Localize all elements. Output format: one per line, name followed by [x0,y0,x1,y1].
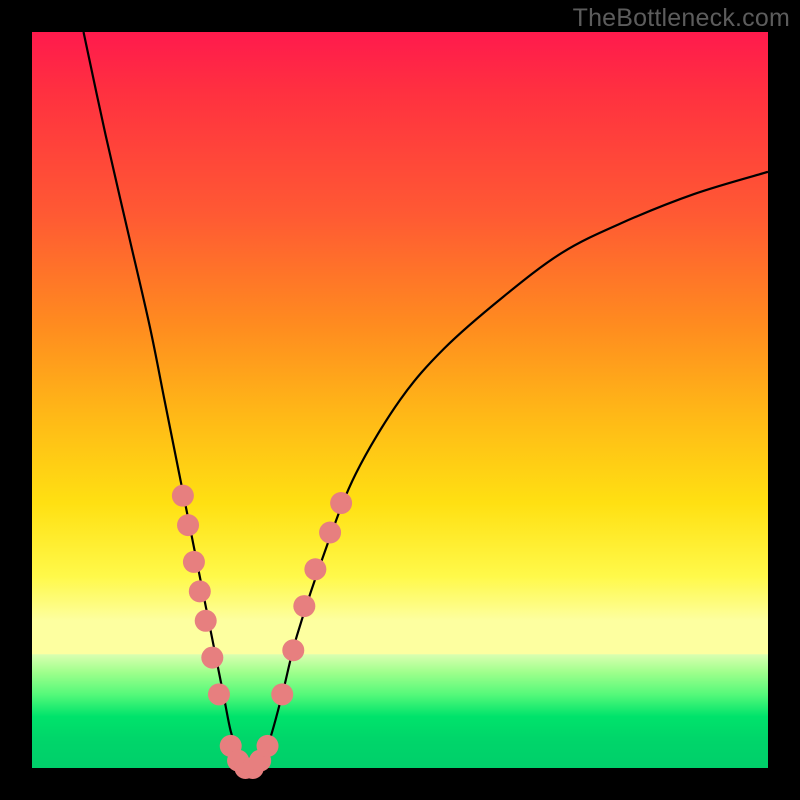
bottleneck-curve [84,32,768,770]
data-point [195,610,217,632]
curve-svg [32,32,768,768]
data-point [271,683,293,705]
data-point [282,639,304,661]
data-point [293,595,315,617]
data-point [330,492,352,514]
data-point [201,647,223,669]
data-point [304,558,326,580]
data-point [208,683,230,705]
data-point [319,521,341,543]
watermark-text: TheBottleneck.com [573,4,790,33]
data-point [257,735,279,757]
data-point [183,551,205,573]
data-point [172,485,194,507]
chart-frame: TheBottleneck.com [0,0,800,800]
plot-area [32,32,768,768]
data-point [189,580,211,602]
data-point [177,514,199,536]
data-points [172,485,352,779]
